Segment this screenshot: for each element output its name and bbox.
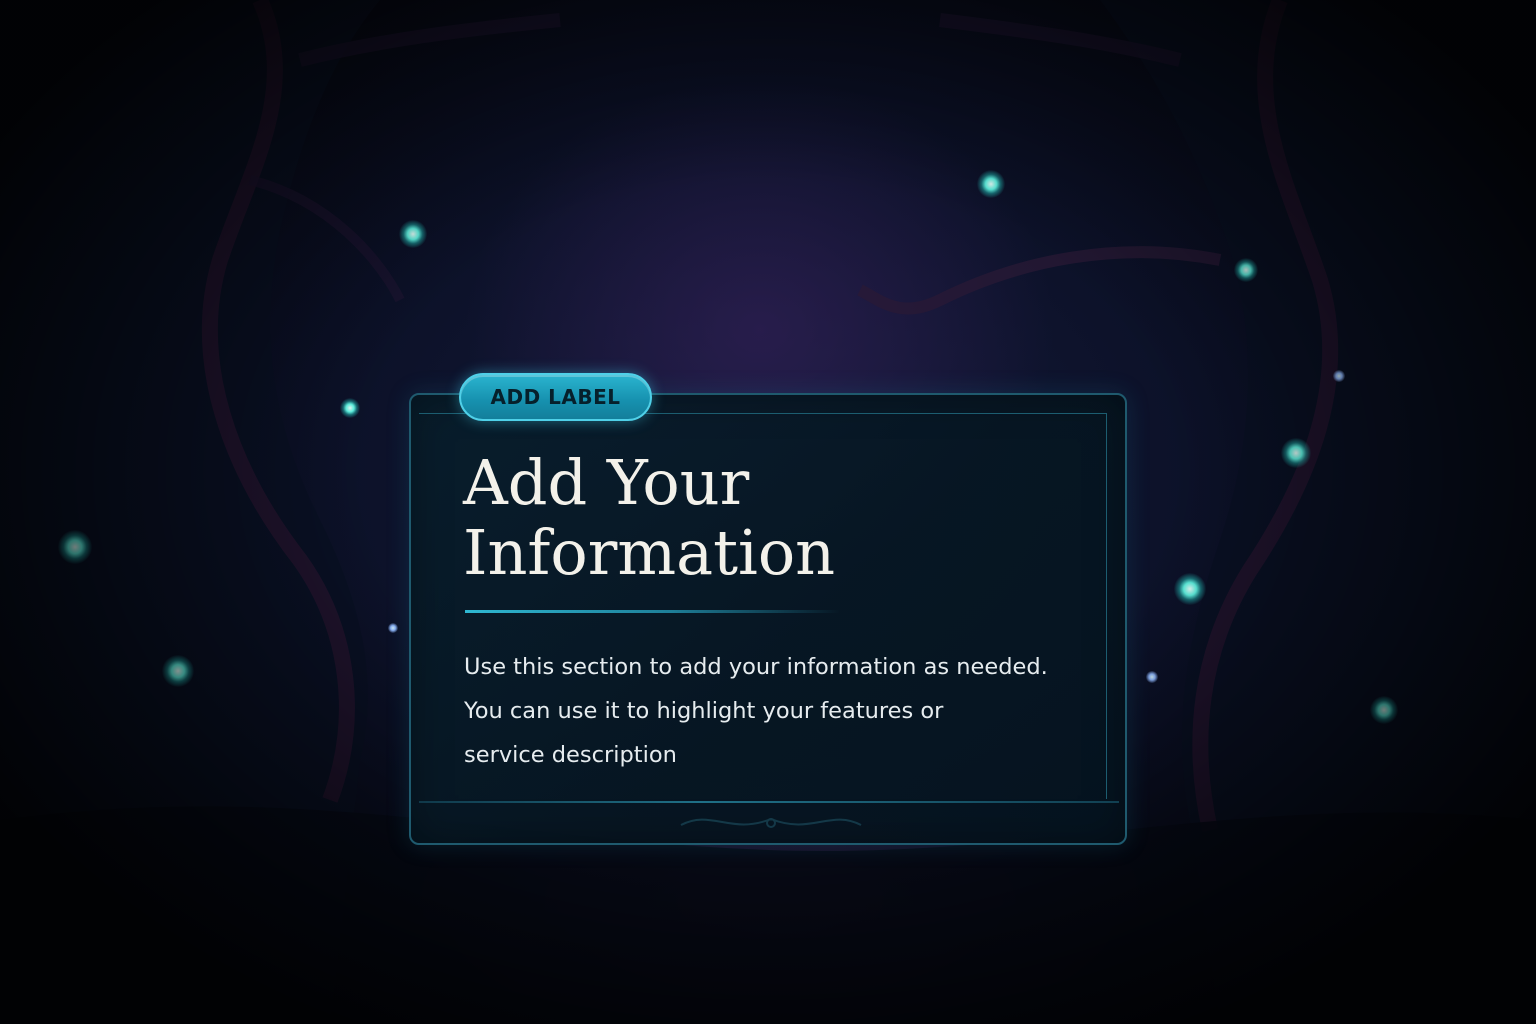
add-label-text: ADD LABEL — [490, 385, 621, 409]
card-title-line-2: Information — [463, 516, 836, 589]
description-line-3: service description — [464, 742, 677, 768]
card-bottom-divider — [419, 801, 1119, 803]
card-title: Add Your Information — [463, 448, 1083, 588]
description-line-2: You can use it to highlight your feature… — [464, 698, 944, 724]
card-title-line-1: Add Your — [463, 446, 750, 519]
ornament-icon — [680, 817, 862, 828]
description-line-1: Use this section to add your information… — [464, 654, 1048, 680]
title-divider — [465, 610, 840, 613]
card-description: Use this section to add your information… — [464, 645, 1104, 777]
add-label-button[interactable]: ADD LABEL — [459, 373, 652, 421]
